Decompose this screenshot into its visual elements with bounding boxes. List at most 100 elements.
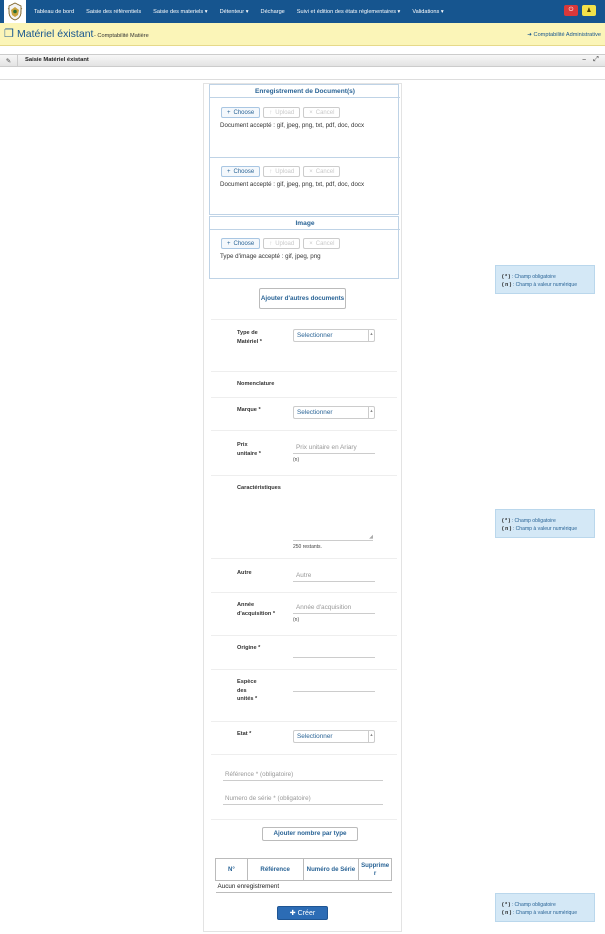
origine-label: Origine * <box>237 645 261 651</box>
type-materiel-label: Type de Matériel * <box>237 330 262 345</box>
col-header-supprimer: Supprimer <box>358 858 392 881</box>
type-materiel-select[interactable]: Selectionner ▲ <box>293 329 375 342</box>
choose-image-button[interactable]: + Choose <box>221 238 261 249</box>
add-per-type-button[interactable]: Ajouter nombre par type <box>262 827 358 841</box>
prix-input[interactable]: Prix unitaire en Ariary <box>293 442 375 454</box>
choose-label: Choose <box>233 168 255 175</box>
plus-icon: + <box>227 109 231 116</box>
nav-suivi-edition[interactable]: Suivi et édition des états réglementaire… <box>291 9 407 15</box>
plus-icon: + <box>227 240 231 247</box>
choose-label: Choose <box>233 240 255 247</box>
cancel-button-1[interactable]: × Cancel <box>303 107 341 118</box>
legend-box-2: ( * ) : Champ obligatoire ( n ) : Champ … <box>495 509 595 538</box>
legend-numeric-text: : Champ à valeur numérique <box>512 282 578 288</box>
panel-header: ✎ Saisie Matériel éxistant − ⤢ <box>0 54 605 67</box>
cancel-button-2[interactable]: × Cancel <box>303 166 341 177</box>
upload-label: Upload <box>275 168 295 175</box>
power-button[interactable]: ⏻ <box>564 5 578 16</box>
prix-hint: (n) <box>293 457 300 463</box>
legend-box-1: ( * ) : Champ obligatoire ( n ) : Champ … <box>495 265 595 294</box>
app-logo[interactable] <box>4 0 26 23</box>
minimize-icon[interactable]: − <box>580 56 588 64</box>
marque-select[interactable]: Selectionner ▲ <box>293 406 375 419</box>
legend-required-symbol: ( * ) <box>502 518 511 524</box>
espece-input[interactable] <box>293 680 375 692</box>
origine-input[interactable] <box>293 646 375 658</box>
caracteristiques-textarea[interactable]: ◢ <box>293 485 373 541</box>
legend-numeric-text: : Champ à valeur numérique <box>512 910 578 916</box>
create-button[interactable]: ✚ Créer <box>277 906 328 920</box>
empty-message: Aucun enregistrement <box>215 880 304 893</box>
caret-icon: ▲ <box>368 330 374 341</box>
upload-label: Upload <box>275 240 295 247</box>
prix-label: Prix unitaire * <box>237 442 261 457</box>
divider <box>211 754 397 755</box>
divider <box>211 397 397 398</box>
nav-saisie-referentiels[interactable]: Saisie des référentiels <box>80 9 147 15</box>
create-label: Créer <box>297 909 316 917</box>
nav-detenteur[interactable]: Détenteur ▾ <box>214 9 255 15</box>
legend-numeric-text: : Champ à valeur numérique <box>512 526 578 532</box>
divider <box>211 319 397 320</box>
caracteristiques-label: Caractéristiques <box>237 485 281 491</box>
legend-required-symbol: ( * ) <box>502 902 511 908</box>
upload-icon: ↑ <box>269 240 273 247</box>
upload-icon: ↑ <box>269 168 273 175</box>
image-title: Image <box>295 220 315 227</box>
panel-subbar <box>0 67 605 80</box>
divider <box>211 430 397 431</box>
cancel-label: Cancel <box>315 109 335 116</box>
close-icon: × <box>309 168 313 175</box>
upload-image-button[interactable]: ↑ Upload <box>263 238 301 249</box>
close-icon: × <box>309 109 313 116</box>
legend-required-symbol: ( * ) <box>502 274 511 280</box>
document-accepted-text-2: Document accepté : gif, jpeg, png, txt, … <box>220 181 365 188</box>
choose-button-2[interactable]: + Choose <box>221 166 261 177</box>
caret-icon: ▲ <box>368 407 374 418</box>
page-subtitle: - Comptabilité Matière <box>94 33 149 39</box>
col-header-reference: Référence <box>246 858 304 881</box>
power-icon: ⏻ <box>568 7 574 13</box>
cancel-image-button[interactable]: × Cancel <box>303 238 341 249</box>
add-documents-button[interactable]: Ajouter d'autres documents <box>259 288 346 309</box>
plus-icon: + <box>227 168 231 175</box>
upload-button-2[interactable]: ↑ Upload <box>263 166 301 177</box>
resize-icon[interactable]: ◢ <box>369 534 373 540</box>
reference-input[interactable]: Référence * (obligatoire) <box>223 768 383 781</box>
copy-icon: ❐ <box>4 28 14 40</box>
numero-serie-input[interactable]: Numero de série * (obligatoire) <box>223 792 383 805</box>
documents-section: Enregistrement de Document(s) + Choose ↑ U… <box>209 84 400 215</box>
legend-required-text: : Champ obligatoire <box>511 518 556 524</box>
divider <box>210 229 400 230</box>
user-button[interactable]: ♟ <box>582 5 596 16</box>
documents-title: Enregistrement de Document(s) <box>254 88 356 95</box>
nav-saisie-materiels[interactable]: Saisie des materiels ▾ <box>147 9 213 15</box>
table-row: Aucun enregistrement <box>215 880 392 893</box>
upload-button-1[interactable]: ↑ Upload <box>263 107 301 118</box>
choose-label: Choose <box>233 109 255 116</box>
divider <box>211 669 397 670</box>
cancel-label: Cancel <box>315 168 335 175</box>
nav-decharge[interactable]: Décharge <box>255 9 291 15</box>
etat-value: Selectionner <box>297 733 333 740</box>
nav-validations[interactable]: Validations ▾ <box>406 9 449 15</box>
divider <box>211 635 397 636</box>
expand-icon[interactable]: ⤢ <box>592 56 600 64</box>
nav-tableau-de-bord[interactable]: Tableau de bord <box>28 9 80 15</box>
upload-icon: ↑ <box>269 109 273 116</box>
nomenclature-label: Nomenclature <box>237 381 275 387</box>
choose-button-1[interactable]: + Choose <box>221 107 261 118</box>
top-navbar: Tableau de bord Saisie des référentiels … <box>0 0 605 23</box>
divider <box>211 558 397 559</box>
annee-input[interactable]: Année d'acquisition <box>293 602 375 614</box>
etat-select[interactable]: Selectionner ▲ <box>293 730 375 743</box>
legend-box-3: ( * ) : Champ obligatoire ( n ) : Champ … <box>495 893 595 922</box>
comptabilite-administrative-link[interactable]: ➜ Comptabilité Administrative <box>527 32 601 38</box>
document-accepted-text-1: Document accepté : gif, jpeg, png, txt, … <box>220 122 365 129</box>
divider <box>211 819 397 820</box>
annee-label: Année d'acquisition * <box>237 602 276 617</box>
autre-input[interactable]: Autre <box>293 570 375 582</box>
image-accepted-text: Type d'image accepté : gif, jpeg, png <box>220 253 321 260</box>
marque-value: Selectionner <box>297 409 333 416</box>
comptabilite-administrative-label: Comptabilité Administrative <box>533 32 601 38</box>
